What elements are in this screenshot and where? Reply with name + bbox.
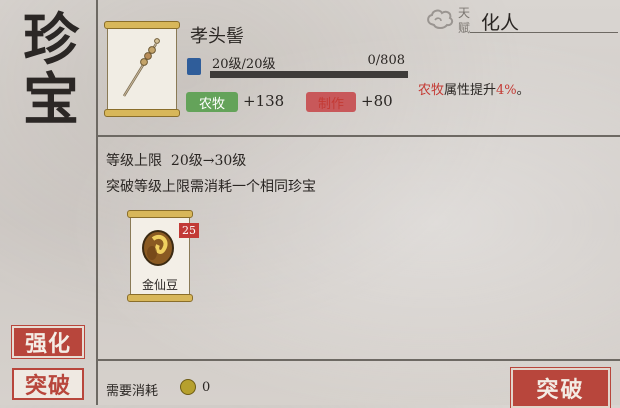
book-icon [187, 58, 201, 75]
talent-key-bottom: 赋 [458, 21, 471, 35]
talent-name: 化人 [481, 12, 520, 34]
talent-key-top: 天 [458, 6, 471, 20]
level-cap-label: 等级上限 [106, 153, 162, 169]
stat-tag-crafting: 制作 [306, 92, 356, 112]
coin-icon [180, 379, 196, 395]
effect-middle: 属性提升 [444, 83, 497, 98]
cloud-swirl-icon [427, 9, 454, 29]
treasure-exp: 0/808 [367, 53, 405, 68]
level-cap-value: 20级→30级 [170, 153, 247, 169]
tab-breakthrough[interactable]: 突破 [12, 368, 84, 400]
scroll-rod-top [127, 210, 193, 218]
skewer-hairpin-icon [122, 38, 160, 97]
exp-progress-bar [210, 71, 408, 78]
effect-end: 。 [516, 83, 530, 98]
cost-label: 需要消耗 [106, 384, 159, 399]
stat-tag-farming: 农牧 [186, 92, 238, 112]
panel-divider-top [96, 135, 620, 137]
breakthrough-button[interactable]: 突破 [510, 367, 611, 408]
exp-progress-fill [210, 71, 408, 78]
material-name: 金仙豆 [141, 278, 178, 292]
stat-value-crafting: +80 [361, 92, 393, 110]
effect-percent: 4% [496, 83, 517, 98]
page-title-char-1: 珍 [23, 7, 79, 73]
page-title-char-2: 宝 [23, 67, 79, 133]
treasure-name: 孝头髻 [190, 26, 244, 47]
panel-divider-bottom [96, 359, 620, 361]
treasure-card[interactable] [104, 21, 180, 117]
breakthrough-requirement: 突破等级上限需消耗一个相同珍宝 [106, 179, 316, 195]
talent-effect: 农牧属性提升4%。 [418, 79, 530, 98]
scroll-rod-bottom [127, 294, 193, 302]
material-count-badge: 25 [179, 223, 199, 238]
cost-value: 0 [202, 380, 211, 395]
panel-divider-vertical [96, 0, 98, 405]
treasure-level: 20级/20级 [212, 57, 276, 72]
stat-value-farming: +138 [243, 92, 285, 110]
level-cap-row: 等级上限 20级→30级 [106, 150, 246, 170]
talent-underline [470, 32, 618, 33]
tab-strengthen[interactable]: 强化 [11, 325, 85, 359]
effect-attr: 农牧 [418, 83, 445, 98]
